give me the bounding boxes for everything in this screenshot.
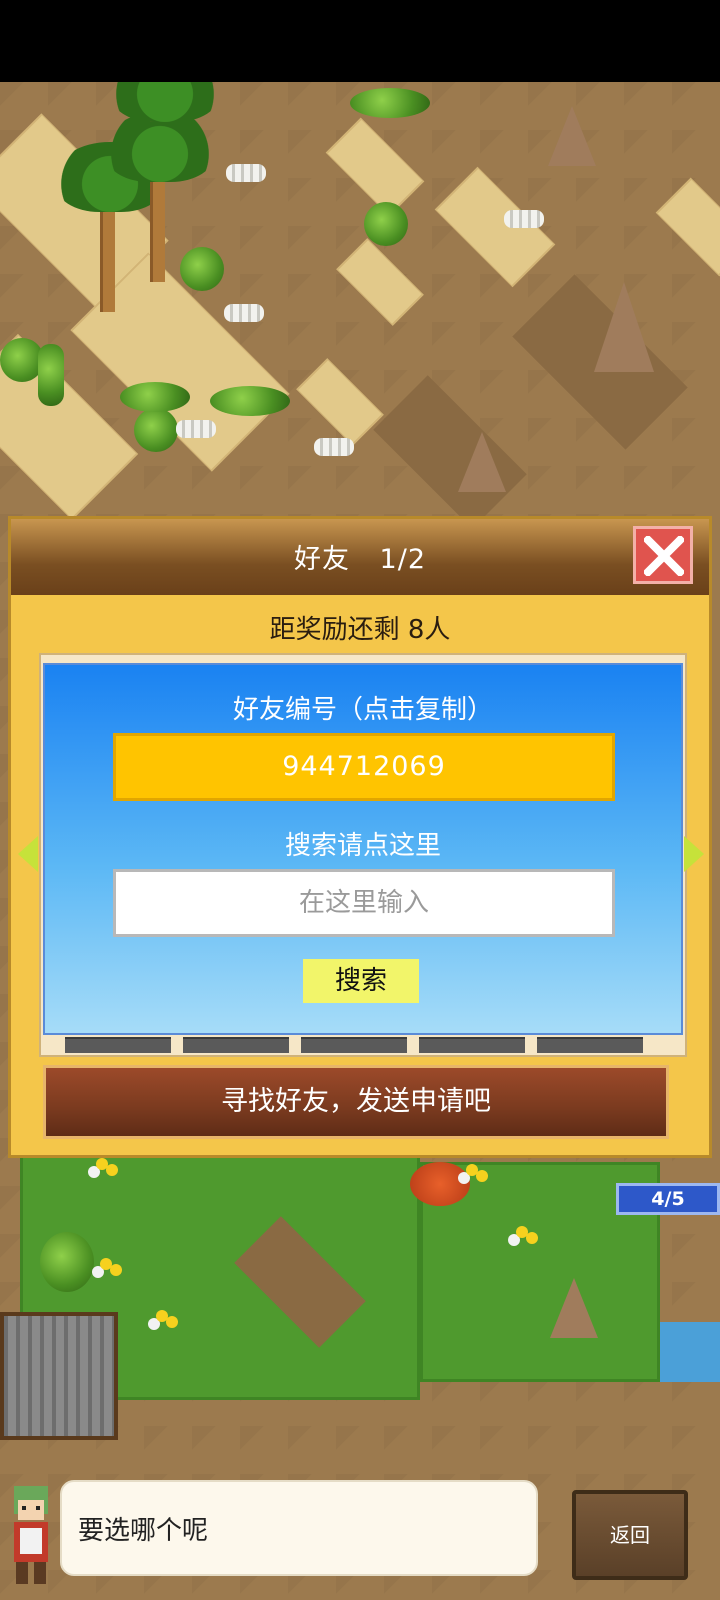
speech-bubble: 要选哪个呢 — [60, 1480, 538, 1576]
progress-badge: 4/5 — [616, 1183, 720, 1215]
close-icon — [644, 536, 684, 576]
flower — [100, 1258, 112, 1270]
flower-bush — [410, 1162, 470, 1206]
flower — [156, 1310, 168, 1322]
friend-panel-frame: 好友编号（点击复制） 944712069 搜索请点这里 搜索 — [39, 653, 687, 1057]
find-friends-button[interactable]: 寻找好友，发送申请吧 — [43, 1065, 669, 1139]
flower — [466, 1164, 478, 1176]
tree — [40, 1232, 94, 1292]
fenced-enclosure — [0, 1312, 118, 1440]
friend-search-input[interactable] — [113, 869, 615, 937]
water — [660, 1322, 720, 1382]
sand-tile — [336, 238, 424, 326]
search-button[interactable]: 搜索 — [303, 959, 419, 1003]
flower — [96, 1158, 108, 1170]
page-slot — [301, 1037, 407, 1053]
sand-tile — [325, 117, 425, 217]
back-button[interactable]: 返回 — [572, 1490, 688, 1580]
cactus — [38, 344, 64, 406]
page-slot — [183, 1037, 289, 1053]
page-slot — [65, 1037, 171, 1053]
rock-spire — [458, 432, 506, 492]
fossil-bones — [176, 420, 216, 438]
rock-spire — [548, 106, 596, 166]
rock-spire — [594, 282, 654, 372]
page-slot — [537, 1037, 643, 1053]
reward-remaining-text: 距奖励还剩 8人 — [269, 615, 451, 645]
page-slot — [419, 1037, 525, 1053]
palm-tree — [110, 82, 220, 122]
bush — [180, 247, 224, 291]
fossil-bones — [224, 304, 264, 322]
left-arrow-icon[interactable] — [18, 836, 38, 872]
bush — [364, 202, 408, 246]
search-label: 搜索请点这里 — [284, 831, 441, 861]
friend-id-copy-box[interactable]: 944712069 — [113, 733, 615, 801]
dialog-header: 好友 1/2 — [11, 519, 709, 595]
rock-spire — [550, 1278, 598, 1338]
friend-id-label: 好友编号（点击复制） — [232, 695, 493, 725]
bush — [134, 408, 178, 452]
flowering-shrub — [210, 386, 290, 416]
sand-tile — [296, 358, 384, 446]
dialog-title: 好友 1/2 — [293, 544, 427, 575]
flowering-shrub — [350, 88, 430, 118]
speech-text: 要选哪个呢 — [78, 1516, 209, 1546]
sand-tile — [655, 177, 720, 277]
flower — [516, 1226, 528, 1238]
fossil-bones — [504, 210, 544, 228]
friend-code-panel: 好友编号（点击复制） 944712069 搜索请点这里 搜索 — [43, 663, 683, 1035]
fossil-bones — [226, 164, 266, 182]
fossil-bones — [314, 438, 354, 456]
flowering-shrub — [120, 382, 190, 412]
advisor-avatar — [14, 1486, 48, 1584]
palm-tree — [105, 112, 215, 182]
status-bar — [0, 0, 720, 82]
friends-dialog: 好友 1/2 距奖励还剩 8人 好友编号（点击复制） 944712069 搜索请… — [8, 516, 712, 1158]
close-button[interactable] — [633, 526, 693, 584]
right-arrow-icon[interactable] — [684, 836, 704, 872]
